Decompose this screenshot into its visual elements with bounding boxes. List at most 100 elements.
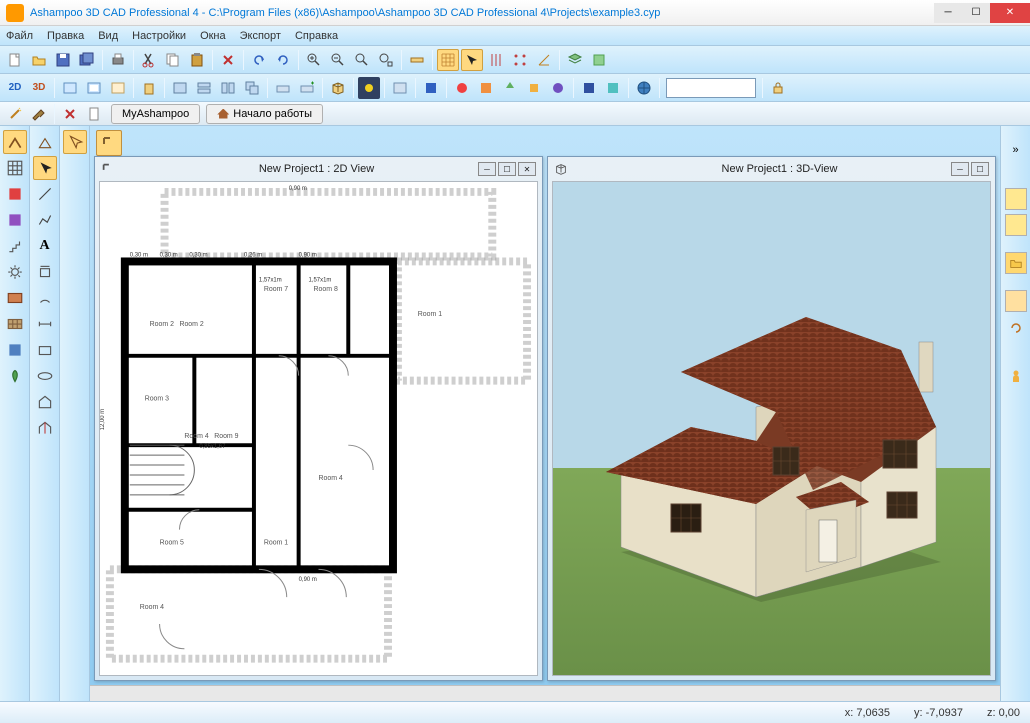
tool-icon-a[interactable] <box>451 77 473 99</box>
person-icon[interactable] <box>1004 364 1028 388</box>
panel-close-icon[interactable]: ✕ <box>518 162 536 176</box>
brick-icon[interactable] <box>3 286 27 310</box>
zoom-region-icon[interactable] <box>375 49 397 71</box>
horizontal-scrollbar[interactable] <box>90 685 1000 701</box>
arrow-icon[interactable] <box>461 49 483 71</box>
menu-settings[interactable]: Настройки <box>132 30 186 42</box>
floor-icon[interactable] <box>272 77 294 99</box>
rotate-3d-icon[interactable] <box>33 364 57 388</box>
minimize-button[interactable]: ─ <box>934 3 962 23</box>
section-icon[interactable] <box>33 416 57 440</box>
viewport-3d[interactable] <box>552 181 991 676</box>
window-cascade-icon[interactable] <box>241 77 263 99</box>
folder-icon[interactable] <box>1005 252 1027 274</box>
window-tile-v-icon[interactable] <box>217 77 239 99</box>
tab-getting-started[interactable]: Начало работы <box>206 104 323 124</box>
building-side-icon[interactable] <box>33 130 57 154</box>
layer-dropdown[interactable] <box>666 78 756 98</box>
tab-myashampoo[interactable]: MyAshampoo <box>111 104 200 124</box>
layers-icon[interactable] <box>564 49 586 71</box>
menu-help[interactable]: Справка <box>295 30 338 42</box>
snap-angle-icon[interactable] <box>533 49 555 71</box>
outline-icon[interactable] <box>33 260 57 284</box>
zoom-out-icon[interactable] <box>327 49 349 71</box>
tool-page-icon[interactable] <box>83 103 105 125</box>
tool-icon-d[interactable] <box>523 77 545 99</box>
snap-points-icon[interactable] <box>509 49 531 71</box>
rect-icon[interactable] <box>33 338 57 362</box>
view-icon-3[interactable] <box>107 77 129 99</box>
tool-hammer-icon[interactable] <box>28 103 50 125</box>
menu-file[interactable]: Файл <box>6 30 33 42</box>
house-side-icon[interactable] <box>33 390 57 414</box>
menu-view[interactable]: Вид <box>98 30 118 42</box>
catalog-icon-2[interactable] <box>1005 214 1027 236</box>
panel-min-icon[interactable]: ─ <box>478 162 496 176</box>
grid-icon[interactable] <box>437 49 459 71</box>
lock-icon[interactable] <box>767 77 789 99</box>
texture-icon[interactable] <box>3 312 27 336</box>
window-tile-h-icon[interactable] <box>193 77 215 99</box>
purple-tool-icon[interactable] <box>3 208 27 232</box>
view-icon-2[interactable] <box>83 77 105 99</box>
material-icon[interactable] <box>389 77 411 99</box>
dimension-icon[interactable] <box>33 312 57 336</box>
menu-windows[interactable]: Окна <box>200 30 226 42</box>
mode-2d-button[interactable]: 2D <box>4 77 26 99</box>
new-icon[interactable] <box>4 49 26 71</box>
tool-icon-c[interactable] <box>499 77 521 99</box>
tool-icon-e[interactable] <box>547 77 569 99</box>
panel3d-min-icon[interactable]: ─ <box>951 162 969 176</box>
menu-export[interactable]: Экспорт <box>240 30 281 42</box>
zoom-fit-icon[interactable] <box>351 49 373 71</box>
maximize-button[interactable]: ☐ <box>962 3 990 23</box>
paste-icon[interactable] <box>186 49 208 71</box>
viewport-2d[interactable]: Room 2 Room 2 Room 7 Room 8 Room 1 Room … <box>99 181 538 676</box>
panel-max-icon[interactable]: ☐ <box>498 162 516 176</box>
polyline-icon[interactable] <box>33 208 57 232</box>
stairs-icon[interactable] <box>3 234 27 258</box>
render-icon[interactable] <box>358 77 380 99</box>
snap-lines-icon[interactable] <box>485 49 507 71</box>
line-icon[interactable] <box>33 182 57 206</box>
text-icon[interactable]: A <box>33 234 57 258</box>
view-tab-corner[interactable] <box>96 130 122 156</box>
floor-add-icon[interactable] <box>296 77 318 99</box>
clipboard-icon[interactable] <box>1005 290 1027 312</box>
window-new-icon[interactable] <box>169 77 191 99</box>
blue-tool-icon[interactable] <box>3 338 27 362</box>
leaf-icon[interactable] <box>3 364 27 388</box>
mode-3d-button[interactable]: 3D <box>28 77 50 99</box>
tool-icon-b[interactable] <box>475 77 497 99</box>
open-icon[interactable] <box>28 49 50 71</box>
redo-icon[interactable] <box>272 49 294 71</box>
view-icon-1[interactable] <box>59 77 81 99</box>
zoom-in-icon[interactable] <box>303 49 325 71</box>
select-mode-icon[interactable] <box>63 130 87 154</box>
save-icon[interactable] <box>52 49 74 71</box>
copy-icon[interactable] <box>162 49 184 71</box>
undo-icon[interactable] <box>248 49 270 71</box>
tool-wand-icon[interactable] <box>4 103 26 125</box>
menu-edit[interactable]: Правка <box>47 30 84 42</box>
expand-icon[interactable]: » <box>1004 138 1028 162</box>
color-icon[interactable] <box>420 77 442 99</box>
print-icon[interactable] <box>107 49 129 71</box>
cut-icon[interactable] <box>138 49 160 71</box>
building-icon[interactable] <box>138 77 160 99</box>
grid-tool-icon[interactable] <box>3 156 27 180</box>
delete-icon[interactable] <box>217 49 239 71</box>
tool-icon-g[interactable] <box>602 77 624 99</box>
tool-icon-f[interactable] <box>578 77 600 99</box>
tool-cross-icon[interactable] <box>59 103 81 125</box>
panel3d-max-icon[interactable]: ☐ <box>971 162 989 176</box>
box-icon[interactable] <box>327 77 349 99</box>
close-button[interactable]: ✕ <box>990 3 1030 23</box>
cursor-icon[interactable] <box>33 156 57 180</box>
wall-icon[interactable] <box>3 130 27 154</box>
saveall-icon[interactable] <box>76 49 98 71</box>
gear-icon[interactable] <box>3 260 27 284</box>
rotate-icon[interactable] <box>1004 316 1028 340</box>
globe-icon[interactable] <box>633 77 655 99</box>
export-icon[interactable] <box>588 49 610 71</box>
